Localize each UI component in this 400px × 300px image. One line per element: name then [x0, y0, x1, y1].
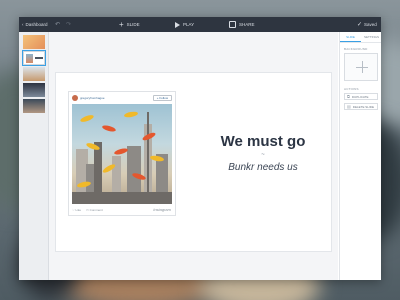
- duplicate-label: DUPLICATE: [351, 94, 369, 99]
- instagram-embed[interactable]: gregoryfromhague + Follow ♡ Like ▭ Comme…: [68, 91, 176, 216]
- share-icon: [229, 21, 236, 28]
- panel-tabs: SLIDE SETTINGS: [340, 32, 381, 43]
- delete-slide-button[interactable]: ▤ DELETE SLIDE: [344, 103, 378, 110]
- plus-icon: [356, 61, 368, 73]
- slide-headline[interactable]: We must go: [198, 133, 328, 150]
- avatar: [72, 95, 78, 101]
- redo-button[interactable]: ↷: [66, 17, 71, 32]
- like-button[interactable]: ♡ Like: [72, 208, 81, 212]
- play-icon: [175, 21, 180, 28]
- post-footer: ♡ Like ▭ Comment Instagram: [69, 204, 175, 215]
- background-section-label: BACKGROUND: [344, 47, 368, 51]
- redo-icon: ↷: [66, 22, 72, 28]
- slide-divider: ~: [261, 152, 265, 158]
- play-button[interactable]: PLAY: [175, 17, 194, 32]
- undo-icon: ↶: [55, 22, 61, 28]
- dashboard-label: Dashboard: [25, 22, 48, 27]
- dashboard-back-button[interactable]: ‹ Dashboard: [22, 17, 48, 32]
- comment-button[interactable]: ▭ Comment: [86, 208, 103, 212]
- background-picker[interactable]: [344, 53, 378, 81]
- saved-label: Saved: [364, 22, 377, 27]
- top-toolbar: ‹ Dashboard ↶ ↷ + SLIDE PLAY SHARE ✓ Sav…: [19, 17, 381, 32]
- actions-section-label: ACTIONS: [344, 87, 359, 91]
- chevron-left-icon: ‹: [22, 22, 24, 27]
- editor-canvas: gregoryfromhague + Follow ♡ Like ▭ Comme…: [49, 32, 338, 280]
- slide-thumbnail-active[interactable]: [22, 50, 46, 66]
- slide-subtitle[interactable]: Bunkr needs us: [198, 162, 328, 173]
- tab-slide[interactable]: SLIDE: [340, 32, 361, 42]
- share-button[interactable]: SHARE: [229, 17, 255, 32]
- thumbnail-image: [26, 54, 33, 63]
- duplicate-button[interactable]: ⧉ DUPLICATE: [344, 93, 378, 100]
- post-header: gregoryfromhague + Follow: [69, 92, 175, 104]
- properties-panel: SLIDE SETTINGS BACKGROUND ACTIONS ⧉ DUPL…: [339, 32, 381, 280]
- saved-status: ✓ Saved: [357, 17, 377, 32]
- tab-settings[interactable]: SETTINGS: [361, 32, 381, 42]
- add-slide-button[interactable]: + SLIDE: [119, 17, 140, 32]
- play-label: PLAY: [183, 22, 195, 27]
- thumbnail-text: [35, 57, 43, 59]
- slide-canvas[interactable]: gregoryfromhague + Follow ♡ Like ▭ Comme…: [55, 72, 332, 252]
- plus-icon: +: [119, 19, 124, 29]
- slide-thumbnail[interactable]: [23, 99, 45, 113]
- instagram-logo: Instagram: [153, 207, 171, 212]
- check-icon: ✓: [357, 22, 363, 28]
- undo-button[interactable]: ↶: [55, 17, 60, 32]
- add-slide-label: SLIDE: [126, 22, 140, 27]
- delete-slide-label: DELETE SLIDE: [352, 104, 374, 109]
- app-window: ‹ Dashboard ↶ ↷ + SLIDE PLAY SHARE ✓ Sav…: [19, 17, 381, 280]
- copy-icon: ⧉: [347, 94, 350, 99]
- share-label: SHARE: [239, 22, 255, 27]
- slide-thumbnail[interactable]: [23, 35, 45, 49]
- trash-icon: ▤: [347, 104, 351, 109]
- follow-button[interactable]: + Follow: [152, 95, 172, 101]
- post-username[interactable]: gregoryfromhague: [80, 96, 105, 100]
- slide-thumbnail[interactable]: [23, 83, 45, 97]
- slide-thumbnail[interactable]: [23, 67, 45, 81]
- post-image: [72, 104, 172, 204]
- slide-thumbnail-sidebar: [19, 32, 49, 280]
